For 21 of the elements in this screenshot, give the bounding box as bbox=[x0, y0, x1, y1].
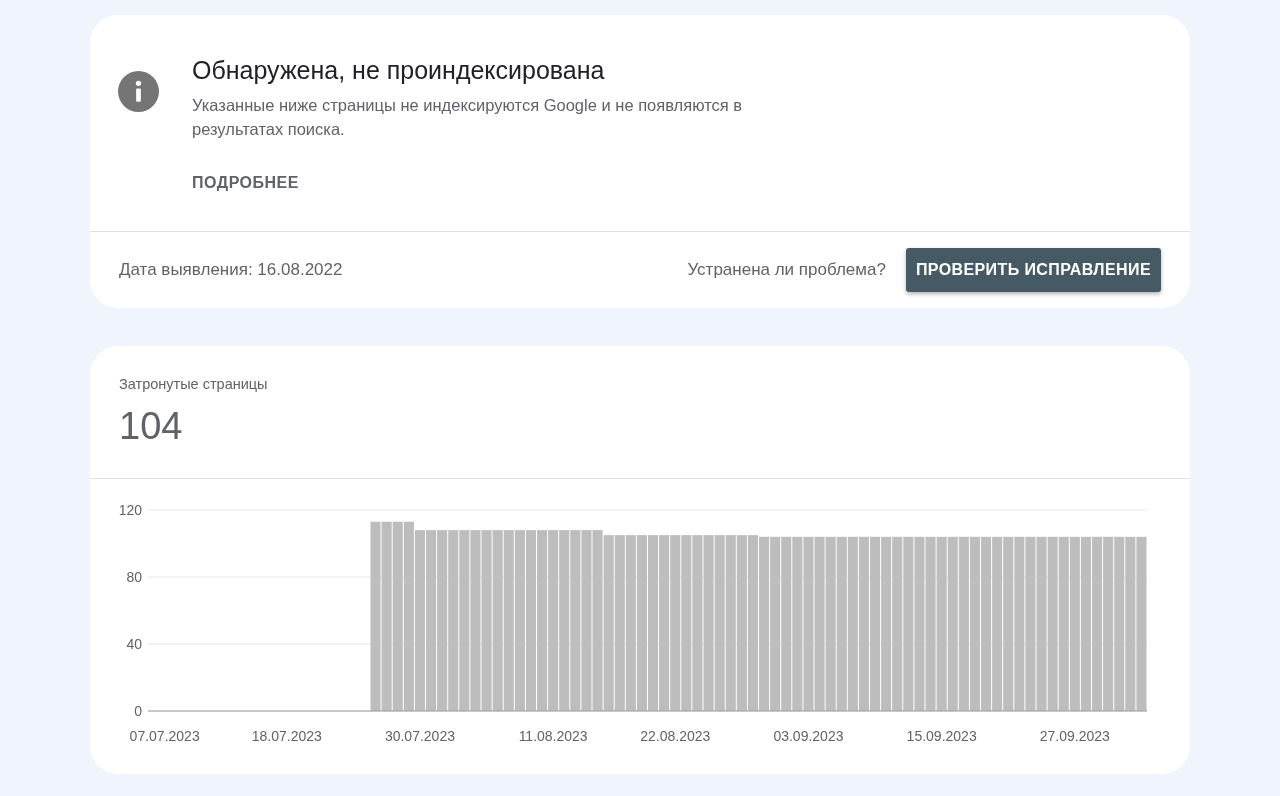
y-axis-label: 40 bbox=[126, 636, 142, 652]
x-axis-label: 30.07.2023 bbox=[384, 728, 455, 744]
fixed-question: Устранена ли проблема? bbox=[687, 260, 886, 280]
x-axis-label: 11.08.2023 bbox=[518, 728, 588, 744]
y-axis-label: 0 bbox=[134, 703, 142, 719]
x-axis-label: 27.09.2023 bbox=[1039, 728, 1110, 744]
x-axis-label: 03.09.2023 bbox=[773, 728, 844, 744]
affected-pages-count: 104 bbox=[119, 405, 184, 448]
learn-more-link[interactable]: ПОДРОБНЕЕ bbox=[192, 174, 299, 192]
affected-pages-label: Затронутые страницы bbox=[119, 376, 269, 392]
x-axis-label: 07.07.2023 bbox=[129, 728, 200, 744]
validate-fix-button[interactable]: ПРОВЕРИТЬ ИСПРАВЛЕНИЕ bbox=[905, 248, 1161, 292]
detection-date: Дата выявления: 16.08.2022 bbox=[119, 260, 344, 280]
issue-description: Указанные ниже страницы не индексируются Google и не появляются в результатах поиска. bbox=[192, 95, 744, 140]
y-axis-label: 120 bbox=[118, 502, 142, 518]
y-axis-label: 80 bbox=[126, 569, 142, 585]
issue-title: Обнаружена, не проиндексирована bbox=[192, 56, 606, 85]
x-axis-label: 18.07.2023 bbox=[251, 728, 322, 744]
info-icon bbox=[118, 71, 159, 112]
x-axis-label: 15.09.2023 bbox=[906, 728, 977, 744]
x-axis-label: 22.08.2023 bbox=[640, 728, 711, 744]
